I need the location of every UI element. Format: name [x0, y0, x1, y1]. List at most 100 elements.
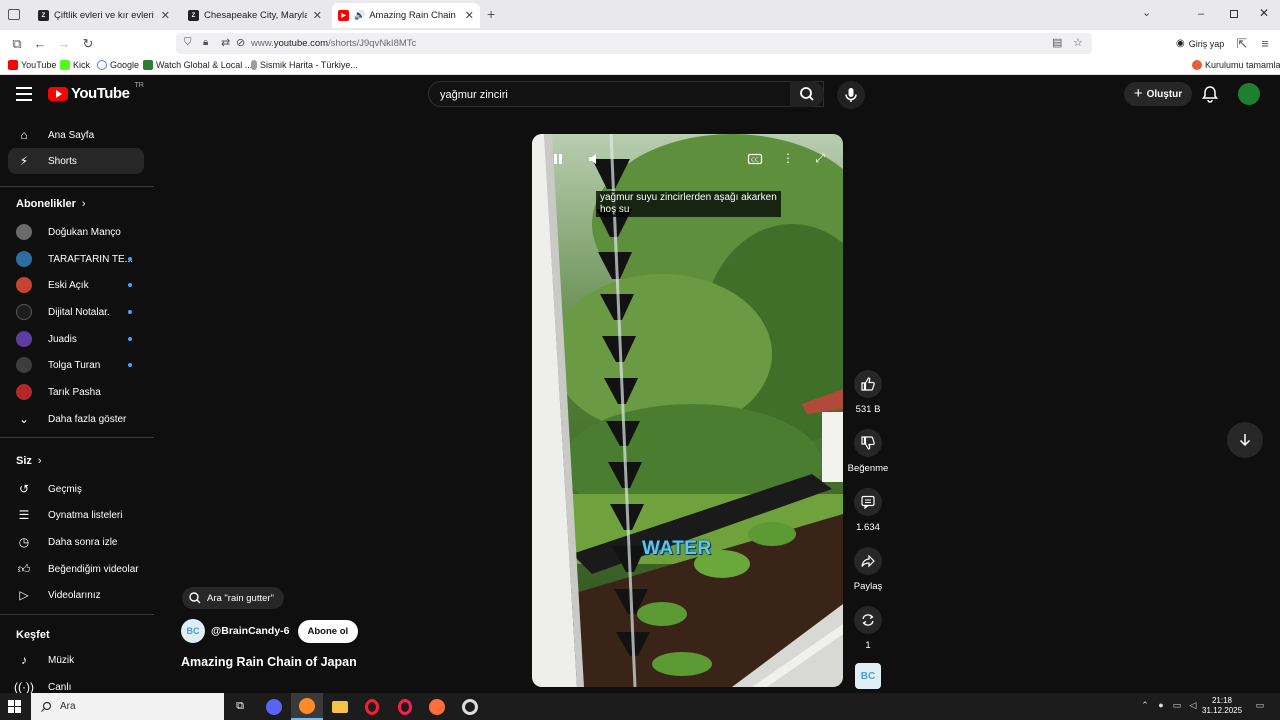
channel-handle[interactable]: @BrainCandy-6 [211, 625, 290, 637]
more-options-icon[interactable]: ⋮ [780, 151, 796, 167]
search-input[interactable]: yağmur zinciri [440, 89, 508, 101]
sidebar-item-channel[interactable]: TARAFTARIN TE... [8, 246, 144, 272]
tray-network-icon[interactable]: ▭ [1171, 700, 1183, 712]
sidebar-item-history[interactable]: ↺ Geçmiş [8, 476, 144, 502]
related-search-chip[interactable]: Ara "rain gutter" [182, 587, 284, 609]
channel-avatar[interactable]: BC [181, 619, 205, 643]
dislike-button[interactable]: Beğenme [847, 429, 889, 474]
finish-setup-link[interactable]: Kurulumu tamamla [1192, 60, 1280, 70]
tray-microphone-icon[interactable]: ● [1155, 700, 1167, 712]
youtube-logo[interactable]: YouTube TR [48, 82, 144, 102]
dislike-circle[interactable] [854, 429, 882, 457]
voice-search-button[interactable] [837, 81, 865, 109]
subscribe-button[interactable]: Abone ol [297, 619, 359, 643]
sidebar-item-channel[interactable]: Tolga Turan [8, 352, 144, 378]
subscriptions-header[interactable]: Abonelikler › [16, 198, 86, 210]
hamburger-menu-icon[interactable] [16, 87, 32, 101]
sidebar-item-channel[interactable]: Dijital Notalar. [8, 299, 144, 325]
taskbar-app-opera[interactable] [356, 693, 388, 720]
tray-volume-icon[interactable]: ◁ [1187, 700, 1199, 712]
short-title[interactable]: Amazing Rain Chain of Japan [181, 655, 357, 669]
taskbar-app-file-explorer[interactable] [324, 693, 356, 720]
windows-start-icon[interactable] [8, 700, 21, 713]
pause-button[interactable] [550, 151, 566, 167]
sidebar-item-liked-videos[interactable]: 👍︎ Beğendiğim videolar [8, 556, 144, 582]
like-circle[interactable] [854, 370, 882, 398]
sidebar-item-channel[interactable]: Tarık Pasha [8, 379, 144, 405]
sidebar-item-your-videos[interactable]: ▷ Videolarınız [8, 582, 144, 608]
short-video-player[interactable]: CC ⋮ ⤢ yağmur suyu zincirlerden aşağı ak… [532, 134, 843, 687]
task-view-icon[interactable]: ⧉ [224, 693, 256, 720]
tab-zillow-farms[interactable]: Z Çiftlik evleri ve kır evleri satılık /… [32, 3, 176, 28]
comments-button[interactable]: 1.634 [847, 488, 889, 533]
speaker-icon[interactable]: 🔊 [354, 10, 365, 21]
reload-icon[interactable]: ↻ [80, 36, 96, 52]
permissions-icon[interactable]: ⇄ [221, 36, 230, 49]
firefox-icon [429, 698, 445, 715]
lock-icon[interactable]: 🔒︎ [203, 37, 208, 48]
restore-button[interactable] [1230, 10, 1238, 18]
captions-button[interactable]: CC [747, 151, 763, 167]
mute-button[interactable] [586, 151, 602, 167]
new-tab-button[interactable]: + [487, 7, 495, 21]
sidebar-item-playlists[interactable]: ☰ Oynatma listeleri [8, 502, 144, 528]
taskbar-app-firefox[interactable] [421, 693, 453, 720]
sign-in-button[interactable]: ◉ Giriş yap [1170, 33, 1230, 54]
taskbar-app-discord[interactable] [258, 693, 290, 720]
taskbar-app-opera-gx[interactable] [389, 693, 421, 720]
sidebar-item-watch-later[interactable]: ◷ Daha sonra izle [8, 529, 144, 555]
close-tab-icon[interactable]: ✕ [313, 9, 322, 22]
tab-youtube-active[interactable]: ▶ 🔊 Amazing Rain Chain of Japa ✕ [332, 3, 480, 28]
close-tab-icon[interactable]: ✕ [161, 9, 170, 22]
search-button[interactable] [790, 81, 824, 107]
search-box[interactable]: yağmur zinciri ✕ [428, 81, 824, 107]
bookmark-seismic-map[interactable]: Sismik Harita - Türkiye... [251, 60, 358, 70]
next-short-button[interactable] [1227, 422, 1263, 458]
like-button[interactable]: 531 B [847, 370, 889, 415]
share-circle[interactable] [854, 547, 882, 575]
notifications-center-icon[interactable]: ▭ [1253, 700, 1267, 712]
extensions-icon[interactable]: ⇱ [1234, 36, 1250, 52]
remix-circle[interactable] [854, 606, 882, 634]
close-tab-icon[interactable]: ✕ [465, 9, 474, 22]
sidebar-item-channel[interactable]: Juadis [8, 326, 144, 352]
bookmark-watch-global[interactable]: Watch Global & Local ... [143, 60, 252, 70]
share-button[interactable]: Paylaş [847, 547, 889, 592]
bookmark-star-icon[interactable]: ☆ [1073, 36, 1083, 49]
show-more-button[interactable]: ⌄ Daha fazla göster [8, 406, 144, 432]
taskbar-app-chrome[interactable] [454, 693, 486, 720]
forward-arrow-icon[interactable]: → [56, 36, 72, 52]
back-arrow-icon[interactable]: ← [32, 36, 48, 52]
channel-thumbnail[interactable]: BC [855, 663, 881, 689]
close-window-button[interactable]: ✕ [1259, 6, 1269, 20]
firefox-view-icon[interactable]: ⧉ [9, 36, 25, 52]
notifications-bell-icon[interactable] [1200, 84, 1220, 104]
taskbar-app-firefox-active[interactable] [291, 693, 323, 720]
remix-button[interactable]: 1 [847, 606, 889, 651]
fullscreen-icon[interactable]: ⤢ [812, 151, 828, 167]
app-menu-icon[interactable]: ≡ [1257, 36, 1273, 52]
user-avatar[interactable] [1238, 83, 1260, 105]
sidebar-item-music[interactable]: ♪ Müzik [8, 647, 144, 673]
bookmark-google[interactable]: Google [97, 60, 139, 70]
taskbar-search[interactable]: Ara [31, 693, 224, 720]
you-header[interactable]: Siz › [16, 455, 42, 467]
shield-icon[interactable]: ⛉ [184, 37, 192, 48]
url-bar[interactable]: ⛉ 🔒︎ ⇄ ⊘ www.youtube.com/shorts/J9qvNkI8… [176, 33, 1092, 54]
tab-overflow-chevron-icon[interactable]: ⌄ [1142, 6, 1151, 19]
create-button[interactable]: + Oluştur [1124, 82, 1192, 106]
comments-circle[interactable] [854, 488, 882, 516]
minimize-button[interactable]: – [1198, 8, 1204, 20]
sidebar-item-shorts[interactable]: ⚡︎ Shorts [8, 148, 144, 174]
taskbar-clock[interactable]: 21:18 31.12.2025 [1202, 696, 1242, 716]
tray-chevron-up-icon[interactable]: ⌃ [1139, 700, 1151, 712]
tab-list-icon[interactable] [8, 9, 20, 20]
tracking-off-icon[interactable]: ⊘ [236, 36, 245, 49]
sidebar-item-home[interactable]: ⌂ Ana Sayfa [8, 122, 144, 148]
sidebar-item-channel[interactable]: Doğukan Manço [8, 219, 144, 245]
bookmark-youtube[interactable]: YouTube [8, 60, 56, 70]
reader-mode-icon[interactable]: ▤ [1052, 36, 1062, 49]
tab-zillow-chesapeake[interactable]: Z Chesapeake City, Maryland, satı ✕ [182, 3, 328, 28]
sidebar-item-channel[interactable]: Eski Açık [8, 272, 144, 298]
bookmark-kick[interactable]: Kick [60, 60, 90, 70]
